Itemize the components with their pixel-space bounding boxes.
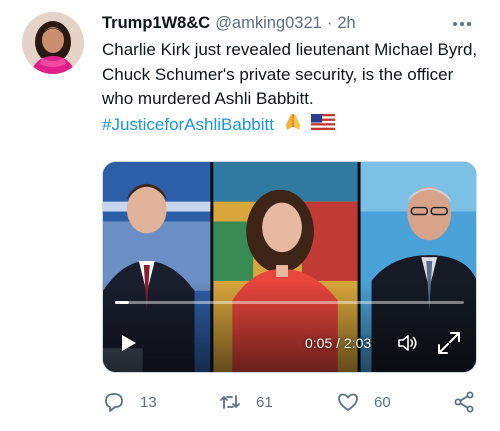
video-progress-fill — [115, 301, 129, 304]
display-name[interactable]: Trump1W8&C — [102, 12, 210, 34]
reply-icon — [105, 393, 123, 412]
fullscreen-icon[interactable] — [436, 330, 462, 356]
tweet-card[interactable]: Trump1W8&C @amking0321 · 2h Charlie Kirk… — [0, 0, 500, 431]
hashtag-link[interactable]: #JusticeforAshliBabbitt — [102, 115, 274, 134]
share-icon — [454, 391, 474, 413]
video-player[interactable]: 0:05 / 2:03 — [102, 161, 477, 373]
more-options-icon[interactable] — [447, 12, 477, 36]
avatar[interactable] — [22, 12, 84, 74]
timestamp[interactable]: 2h — [337, 12, 355, 34]
heart-icon — [338, 393, 358, 411]
retweet-count: 61 — [256, 393, 273, 411]
tweet-header: Trump1W8&C @amking0321 · 2h — [102, 12, 356, 36]
tweet-text-main: Charlie Kirk just revealed lieutenant Mi… — [102, 40, 478, 108]
retweet-button[interactable]: 61 — [218, 388, 273, 416]
us-flag-emoji — [311, 113, 336, 138]
separator-dot: · — [326, 14, 333, 32]
reply-button[interactable]: 13 — [102, 388, 157, 416]
retweet-icon — [220, 395, 240, 409]
play-icon[interactable] — [121, 334, 137, 352]
share-button[interactable] — [452, 388, 476, 416]
video-progress-bar[interactable] — [115, 301, 464, 304]
user-handle[interactable]: @amking0321 — [215, 12, 322, 34]
like-count: 60 — [374, 393, 391, 411]
reply-count: 13 — [140, 393, 157, 411]
like-button[interactable]: 60 — [336, 388, 391, 416]
tweet-actions: 13 61 60 — [102, 388, 482, 416]
folded-hands-emoji — [283, 112, 303, 140]
volume-icon[interactable] — [397, 333, 419, 353]
video-frame — [103, 162, 476, 372]
video-time-readout: 0:05 / 2:03 — [305, 335, 372, 351]
tweet-text: Charlie Kirk just revealed lieutenant Mi… — [102, 38, 487, 139]
